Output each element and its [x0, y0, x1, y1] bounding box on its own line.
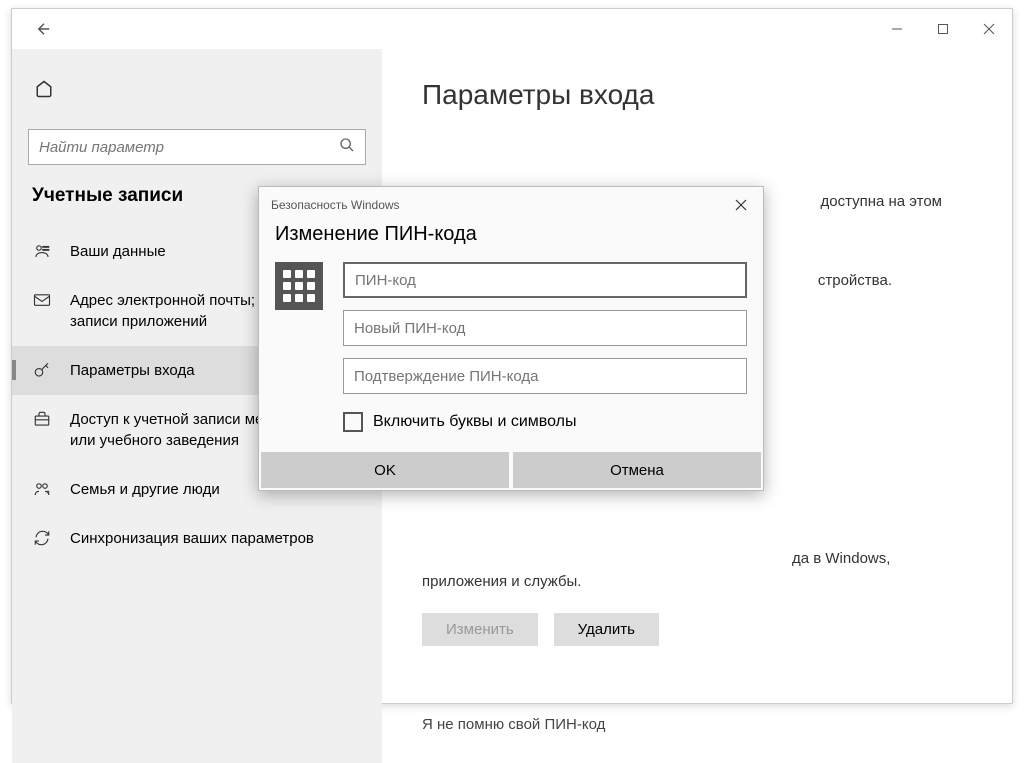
forgot-pin-link[interactable]: Я не помню свой ПИН-код [422, 716, 605, 733]
briefcase-icon [32, 409, 52, 429]
change-button[interactable]: Изменить [422, 613, 538, 646]
titlebar [12, 9, 1012, 49]
sidebar-item-label: Семья и другие люди [70, 479, 220, 500]
mail-icon [32, 290, 52, 310]
search-input-container [28, 129, 366, 165]
search-input[interactable] [39, 139, 339, 156]
change-pin-dialog: Безопасность Windows Изменение ПИН-кода … [258, 186, 764, 491]
current-pin-input[interactable] [343, 262, 747, 298]
sidebar-item-sync[interactable]: Синхронизация ваших параметров [12, 514, 382, 563]
back-button[interactable] [28, 13, 60, 45]
checkbox-label: Включить буквы и символы [373, 413, 577, 431]
cancel-button[interactable]: Отмена [513, 452, 761, 488]
dialog-title: Изменение ПИН-кода [259, 219, 763, 262]
close-button[interactable] [966, 9, 1012, 49]
family-icon [32, 479, 52, 499]
user-icon [32, 241, 52, 261]
windows-text: да в Windows, приложения и службы. [422, 548, 972, 593]
sync-icon [32, 528, 52, 548]
maximize-button[interactable] [920, 9, 966, 49]
home-button[interactable] [24, 69, 64, 109]
sidebar-item-label: Параметры входа [70, 360, 195, 381]
sidebar-item-label: Синхронизация ваших параметров [70, 528, 314, 549]
sidebar-item-label: Ваши данные [70, 241, 166, 262]
confirm-pin-input[interactable] [343, 358, 747, 394]
dialog-header-text: Безопасность Windows [271, 198, 400, 212]
pin-pad-icon [275, 262, 323, 310]
minimize-button[interactable] [874, 9, 920, 49]
ok-button[interactable]: OK [261, 452, 509, 488]
delete-button[interactable]: Удалить [554, 613, 659, 646]
letters-symbols-checkbox[interactable] [343, 412, 363, 432]
key-icon [32, 360, 52, 380]
search-icon [339, 137, 355, 158]
new-pin-input[interactable] [343, 310, 747, 346]
page-title: Параметры входа [422, 79, 972, 111]
dialog-close-button[interactable] [731, 195, 751, 215]
